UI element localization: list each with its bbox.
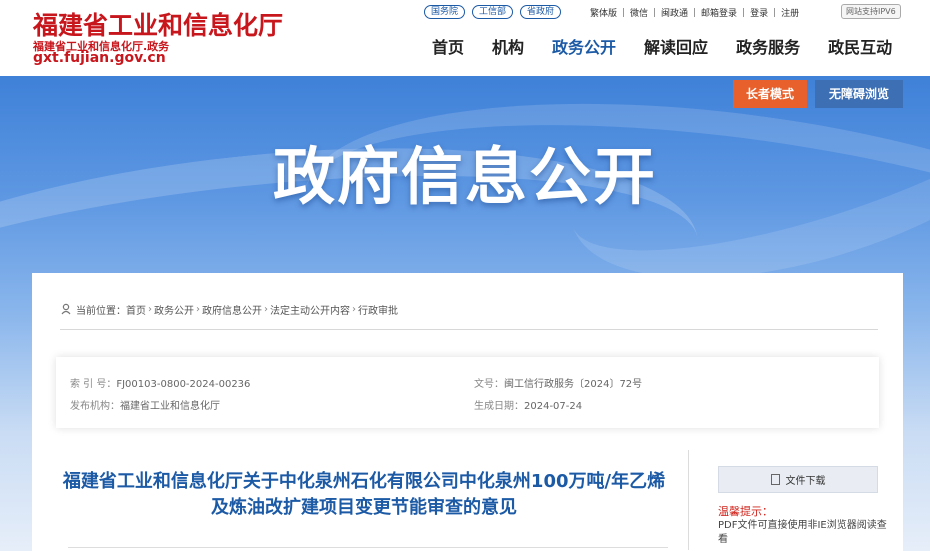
- meta-index-value: FJ00103-0800-2024-00236: [116, 379, 251, 390]
- util-login[interactable]: 登录: [744, 6, 774, 19]
- breadcrumb-statutory-content[interactable]: 法定主动公开内容: [270, 302, 350, 317]
- pill-link-miit[interactable]: 工信部: [472, 5, 514, 19]
- breadcrumb-separator: ›: [264, 303, 268, 315]
- meta-org-label: 发布机构：: [70, 401, 120, 412]
- util-wechat[interactable]: 微信: [624, 6, 654, 19]
- tip-text: PDF文件可直接使用非IE浏览器阅读查看: [718, 520, 887, 545]
- top-pill-links: 国务院 工信部 省政府: [424, 4, 568, 20]
- pill-link-province-gov[interactable]: 省政府: [520, 5, 562, 19]
- meta-doc-number: 文号：闽工信行政服务〔2024〕72号: [474, 375, 642, 390]
- meta-doc-label: 文号：: [474, 379, 504, 390]
- document-meta-box: 索 引 号：FJ00103-0800-2024-00236 文号：闽工信行政服务…: [56, 357, 879, 428]
- site-header: 福建省工业和信息化厅 福建省工业和信息化厅.政务 gxt.fujian.gov.…: [0, 0, 930, 76]
- content-panel: 当前位置： 首页 › 政务公开 › 政府信息公开 › 法定主动公开内容 › 行政…: [32, 273, 903, 551]
- breadcrumb-government-affairs[interactable]: 政务公开: [154, 302, 194, 317]
- breadcrumb-label: 当前位置：: [76, 305, 126, 317]
- utility-links: 繁体版 微信 闽政通 邮箱登录 登录 注册: [584, 4, 805, 20]
- meta-index-label: 索 引 号：: [70, 379, 117, 390]
- meta-date-value: 2024-07-24: [524, 401, 583, 412]
- breadcrumb-admin-approval[interactable]: 行政审批: [358, 302, 398, 317]
- site-logo-title[interactable]: 福建省工业和信息化厅: [33, 6, 283, 42]
- pill-link-state-council[interactable]: 国务院: [424, 5, 466, 19]
- main-nav: 首页 机构 政务公开 解读回应 政务服务 政民互动: [432, 36, 920, 60]
- document-icon: [770, 474, 780, 485]
- nav-organization[interactable]: 机构: [492, 36, 524, 60]
- sidebar-divider: [688, 450, 689, 550]
- meta-org-value: 福建省工业和信息化厅: [120, 401, 220, 412]
- elder-mode-button[interactable]: 长者模式: [733, 80, 807, 108]
- util-register[interactable]: 注册: [775, 6, 805, 19]
- title-divider: [68, 547, 668, 548]
- breadcrumb: 当前位置： 首页 › 政务公开 › 政府信息公开 › 法定主动公开内容 › 行政…: [60, 301, 398, 317]
- breadcrumb-home[interactable]: 首页: [126, 302, 146, 317]
- util-traditional-chinese[interactable]: 繁体版: [584, 6, 623, 19]
- nav-government-affairs[interactable]: 政务公开: [552, 36, 616, 60]
- nav-interaction[interactable]: 政民互动: [828, 36, 892, 60]
- file-download-label: 文件下载: [785, 476, 826, 487]
- article-title: 福建省工业和信息化厅关于中化泉州石化有限公司中化泉州100万吨/年乙烯及炼油改扩…: [62, 471, 666, 518]
- nav-services[interactable]: 政务服务: [736, 36, 800, 60]
- meta-date: 生成日期：2024-07-24: [474, 397, 582, 412]
- breadcrumb-info-disclosure[interactable]: 政府信息公开: [202, 302, 262, 317]
- meta-org: 发布机构：福建省工业和信息化厅: [70, 397, 220, 412]
- file-download-button[interactable]: 文件下载: [718, 466, 878, 493]
- banner-title: 政府信息公开: [272, 140, 657, 213]
- breadcrumb-separator: ›: [352, 303, 356, 315]
- breadcrumb-separator: ›: [196, 303, 200, 315]
- nav-home[interactable]: 首页: [432, 36, 464, 60]
- meta-index: 索 引 号：FJ00103-0800-2024-00236: [70, 375, 250, 390]
- site-logo-domain: gxt.fujian.gov.cn: [33, 50, 166, 66]
- meta-date-label: 生成日期：: [474, 401, 524, 412]
- util-minzhengtong[interactable]: 闽政通: [655, 6, 694, 19]
- accessibility-button[interactable]: 无障碍浏览: [815, 80, 903, 108]
- tip-heading: 温馨提示：: [718, 505, 773, 518]
- ipv6-badge: 网站支持IPV6: [841, 4, 901, 19]
- location-icon: [61, 303, 71, 315]
- meta-doc-value: 闽工信行政服务〔2024〕72号: [504, 379, 643, 390]
- breadcrumb-divider: [60, 329, 878, 330]
- util-mail-login[interactable]: 邮箱登录: [695, 6, 743, 19]
- nav-interpretation[interactable]: 解读回应: [644, 36, 708, 60]
- breadcrumb-separator: ›: [148, 303, 152, 315]
